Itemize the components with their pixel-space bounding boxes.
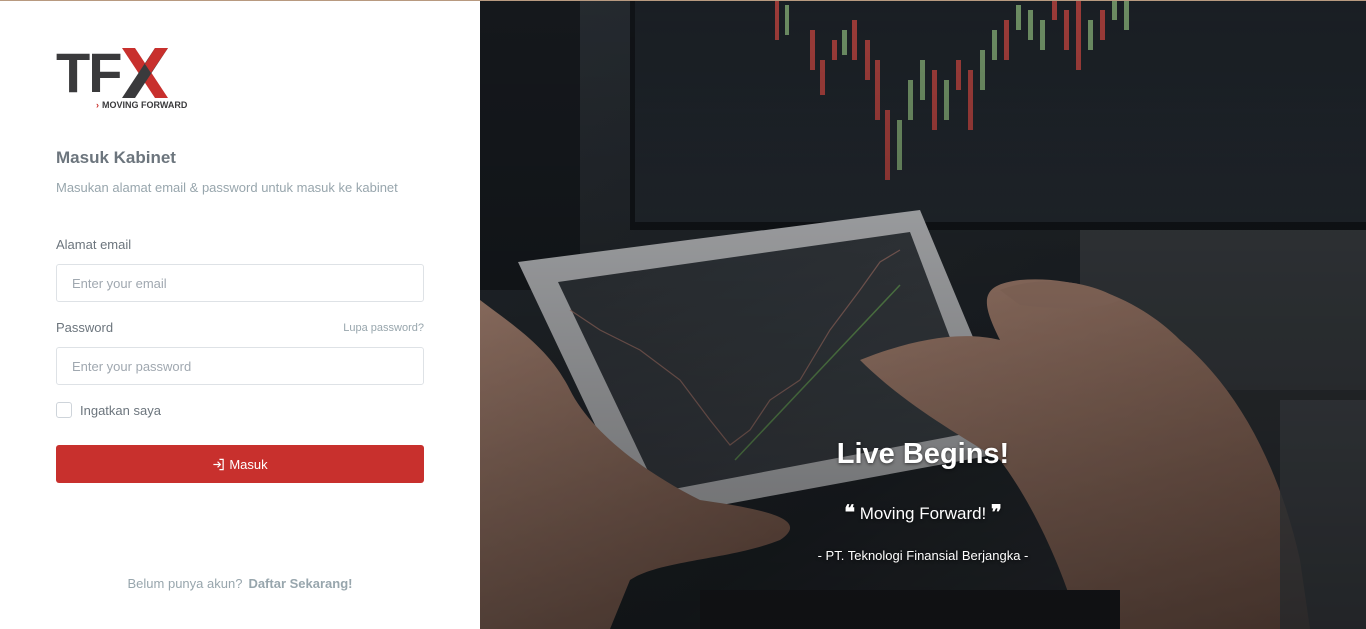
signup-text: Belum punya akun? [127, 576, 243, 591]
close-quote-icon: ❞ [991, 502, 1002, 524]
chevron-right-icon: › [96, 100, 99, 110]
login-icon [213, 458, 225, 470]
logo-wordmark: TF [56, 41, 169, 104]
hero-quote: ❝ Moving Forward! ❞ [480, 500, 1366, 525]
login-button[interactable]: Masuk [56, 445, 424, 483]
email-field[interactable] [56, 264, 424, 302]
tagline-text: MOVING FORWARD [102, 100, 188, 110]
remember-me[interactable]: Ingatkan saya [56, 402, 161, 418]
hero-quote-text: Moving Forward! [859, 504, 987, 523]
remember-checkbox[interactable] [56, 402, 72, 418]
open-quote-icon: ❝ [844, 502, 855, 524]
hero-panel: Live Begins! ❝ Moving Forward! ❞ - PT. T… [480, 0, 1366, 629]
brand-logo[interactable]: TF › MOVING FORWARD [56, 41, 196, 111]
login-panel: TF › MOVING FORWARD Masuk Kabinet Masukan… [0, 0, 480, 629]
logo-tagline: › MOVING FORWARD [96, 100, 187, 110]
hero-title: Live Begins! [836, 438, 1010, 470]
remember-label[interactable]: Ingatkan saya [80, 403, 161, 418]
hero-background-image [480, 0, 1366, 629]
logo-x-icon [122, 48, 169, 98]
logo-letters: TF [56, 41, 122, 104]
password-field[interactable] [56, 347, 424, 385]
password-label: Password [56, 320, 114, 335]
email-label: Alamat email [56, 237, 132, 252]
login-button-label: Masuk [229, 456, 268, 472]
signup-prompt: Belum punya akun? Daftar Sekarang! [0, 576, 480, 591]
signup-link[interactable]: Daftar Sekarang! [248, 576, 352, 591]
page-title: Masuk Kabinet [56, 148, 176, 167]
page-subtitle: Masukan alamat email & password untuk ma… [56, 180, 398, 195]
hero-company: - PT. Teknologi Finansial Berjangka - [817, 548, 1029, 563]
forgot-password-link[interactable]: Lupa password? [343, 322, 424, 334]
top-border [0, 0, 1366, 1]
